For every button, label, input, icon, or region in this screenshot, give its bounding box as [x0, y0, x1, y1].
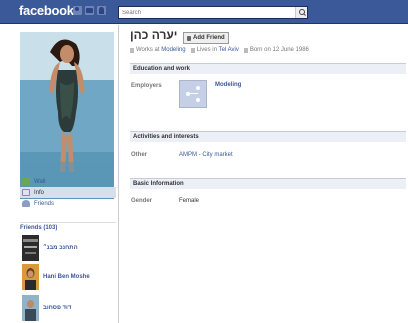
messages-icon[interactable] [85, 6, 94, 15]
home-icon [190, 47, 195, 53]
left-column: Wall Info Friends Friends (103) התחנכ מב… [0, 25, 118, 323]
wall-icon [22, 178, 30, 185]
profile-photo-image [20, 32, 114, 199]
facebook-logo[interactable]: facebook [19, 3, 74, 18]
add-friend-icon [187, 35, 191, 41]
lives-in-link[interactable]: Tel Aviv [219, 47, 239, 53]
friend-avatar [22, 235, 39, 261]
info-icon [22, 189, 30, 196]
friend-avatar [22, 295, 39, 321]
add-friend-label: Add Friend [193, 35, 225, 41]
profile-facts: Works at Modeling Lives in Tel Aviv Born… [130, 47, 314, 53]
fact-born: Born on 12 June 1986 [243, 47, 309, 53]
nav-item-friends[interactable]: Friends [20, 198, 116, 209]
fact-works: Works at Modeling [130, 47, 186, 53]
gender-value: Female [179, 198, 200, 204]
notifications-icon[interactable] [97, 6, 106, 15]
fact-lives-prefix: Lives in [196, 47, 217, 53]
search-input[interactable] [119, 7, 294, 18]
friend-requests-icon[interactable] [73, 6, 82, 15]
main-content: יערה כהן Add Friend Works at Modeling Li… [118, 25, 408, 323]
friend-item[interactable]: Hani Ben Moshe [22, 264, 116, 290]
friend-avatar [22, 264, 39, 290]
profile-nav: Wall Info Friends [20, 176, 116, 209]
search-icon[interactable] [295, 7, 307, 18]
nav-item-label: Wall [34, 178, 46, 185]
briefcase-icon [130, 47, 134, 53]
notification-jewels [73, 6, 106, 15]
employers-label: Employers [131, 83, 162, 89]
nav-item-label: Info [34, 189, 45, 196]
friend-item[interactable]: התחנכ מבנ״ [22, 235, 116, 261]
works-at-link[interactable]: Modeling [161, 47, 185, 53]
section-activities-header: Activities and interests [130, 131, 406, 142]
profile-name: יערה כהן [130, 28, 178, 42]
activity-link[interactable]: AMPM - City market [179, 152, 233, 158]
friends-header[interactable]: Friends (103) [20, 222, 116, 233]
friend-item[interactable]: דוד פסחוב [22, 295, 116, 321]
section-basic-header: Basic Information [130, 178, 406, 189]
employer-link[interactable]: Modeling [215, 82, 241, 88]
friend-name[interactable]: Hani Ben Moshe [43, 274, 90, 280]
top-bar: facebook [0, 0, 408, 24]
search-box [118, 6, 308, 19]
add-friend-button[interactable]: Add Friend [183, 32, 229, 44]
section-education-header: Education and work [130, 63, 406, 74]
friend-name[interactable]: התחנכ מבנ״ [43, 245, 78, 251]
nav-item-info[interactable]: Info [20, 187, 116, 198]
nav-item-wall[interactable]: Wall [20, 176, 116, 187]
profile-photo[interactable] [20, 32, 114, 199]
nav-item-label: Friends [34, 200, 55, 207]
other-label: Other [131, 152, 148, 158]
employer-page-icon[interactable] [179, 80, 207, 108]
gender-label: Gender [131, 198, 153, 204]
fact-lives: Lives in Tel Aviv [190, 47, 239, 53]
birthday-icon [243, 47, 248, 53]
friends-icon [22, 200, 30, 207]
fact-born-text: Born on 12 June 1986 [249, 47, 309, 53]
friend-name[interactable]: דוד פסחוב [43, 305, 71, 311]
fact-works-prefix: Works at [136, 47, 160, 53]
